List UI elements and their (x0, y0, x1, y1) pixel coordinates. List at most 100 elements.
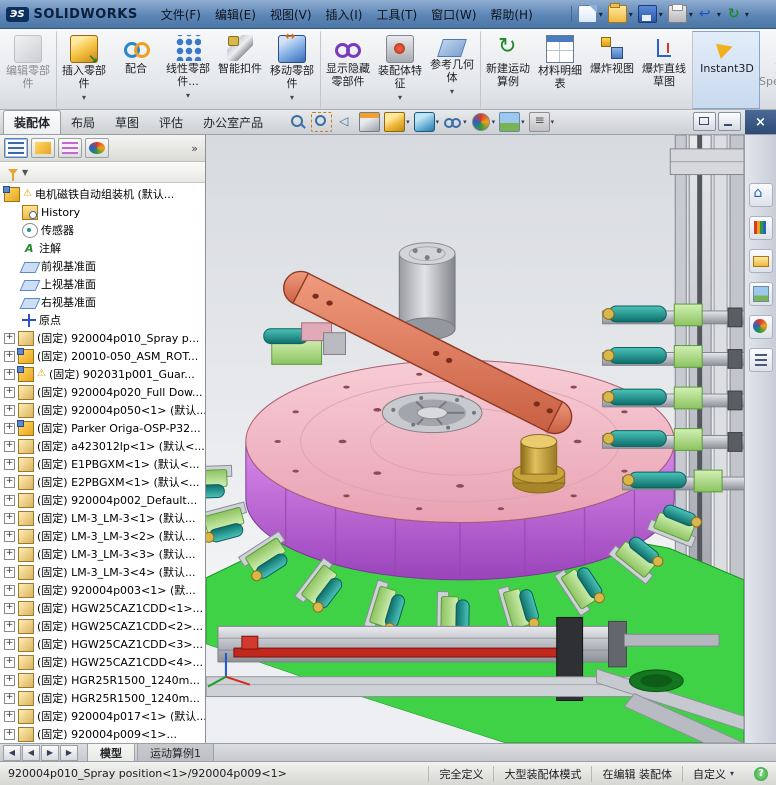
undo-icon[interactable]: ▾ (698, 6, 724, 22)
tree-item[interactable]: + ⚠ (固定) Parker Origa-OSP-P32... (0, 419, 205, 437)
tree-item[interactable]: + ⚠ (固定) 902031p001_Guar... (0, 365, 205, 383)
hide-show-items-icon[interactable]: ▾ (442, 113, 468, 131)
tree-item[interactable]: + ⚠ 传感器 (0, 221, 205, 239)
expand-icon[interactable]: + (4, 602, 15, 614)
restore-window-icon[interactable] (693, 112, 716, 131)
custom-dropdown[interactable]: 自定义 ▾ (681, 765, 744, 782)
command-tab[interactable]: 办公室产品 (193, 111, 273, 134)
tree-item[interactable]: + ⚠ 前视基准面 (0, 257, 205, 275)
expand-icon[interactable]: + (4, 728, 15, 740)
dropdown-caret-icon[interactable]: ▾ (599, 10, 603, 19)
apply-scene-icon[interactable]: ▾ (498, 112, 526, 132)
expand-icon[interactable]: + (4, 422, 15, 434)
command-tab[interactable]: 评估 (149, 111, 193, 134)
tree-item[interactable]: + ⚠ 电机磁铁自动组装机 (默认... (0, 185, 205, 203)
minimize-window-icon[interactable] (718, 112, 741, 131)
tree-item[interactable]: + ⚠ (固定) 920004p050<1> (默认... (0, 401, 205, 419)
ribbon-button[interactable]: 爆炸直线草图 ▾ (638, 31, 690, 109)
tree-item[interactable]: + ⚠ (固定) 920004p020_Full Dow... (0, 383, 205, 401)
expand-icon[interactable]: + (4, 620, 15, 632)
expand-icon[interactable]: + (4, 350, 15, 362)
ribbon-button[interactable]: 线性零部件... ▾ (162, 31, 214, 109)
filter-caret-icon[interactable]: ▼ (22, 168, 28, 177)
last-tab-icon[interactable]: ▶ (60, 745, 78, 761)
ribbon-button[interactable]: 新建运动算例 ▾ (480, 31, 534, 109)
tree-filter-bar[interactable]: ▼ (0, 162, 205, 183)
tree-item[interactable]: + ⚠ (固定) a423012lp<1> (默认<... (0, 437, 205, 455)
ribbon-button[interactable]: 材料明细表 ▾ (534, 31, 586, 109)
expand-icon[interactable]: + (4, 440, 15, 452)
tree-item[interactable]: + ⚠ (固定) HGW25CAZ1CDD<4>... (0, 653, 205, 671)
red-shaft[interactable] (233, 647, 569, 658)
display-manager-tab-icon[interactable] (85, 138, 109, 158)
tree-item[interactable]: + ⚠ (固定) 20010-050_ASM_ROT... (0, 347, 205, 365)
display-style-icon[interactable]: ▾ (413, 112, 441, 132)
menu-item[interactable]: 视图(V) (263, 3, 319, 26)
graphics-viewport[interactable] (206, 135, 744, 743)
first-tab-icon[interactable]: ◀ (3, 745, 21, 761)
design-library-icon[interactable] (748, 216, 773, 240)
configuration-manager-tab-icon[interactable] (58, 138, 82, 158)
previous-tab-icon[interactable]: ◀ (22, 745, 40, 761)
menu-item[interactable]: 插入(I) (319, 3, 370, 26)
tree-item[interactable]: + ⚠ (固定) LM-3_LM-3<4> (默认... (0, 563, 205, 581)
ribbon-button[interactable]: 显示隐藏零部件 ▾ (320, 31, 374, 109)
panel-overflow-button[interactable]: » (188, 142, 201, 155)
expand-icon[interactable]: + (4, 332, 15, 344)
view-settings-icon[interactable]: ▾ (528, 112, 556, 132)
menu-item[interactable]: 编辑(E) (208, 3, 263, 26)
menu-item[interactable]: 文件(F) (154, 3, 208, 26)
ribbon-button[interactable]: Instant3D ▾ (692, 31, 760, 109)
zoom-area-icon[interactable]: ▾ (310, 112, 333, 132)
ribbon-button[interactable]: 配合 ▾ (110, 31, 162, 109)
expand-icon[interactable]: + (4, 548, 15, 560)
view-orientation-icon[interactable]: ▾ (383, 112, 411, 132)
expand-icon[interactable]: + (4, 476, 15, 488)
expand-icon[interactable]: + (4, 566, 15, 578)
ribbon-button[interactable]: 参考几何体 ▾ (426, 31, 478, 109)
ribbon-button[interactable]: 更新Speedpak ▾ (759, 31, 776, 109)
expand-icon[interactable]: + (4, 512, 15, 524)
expand-icon[interactable]: + (4, 692, 15, 704)
tree-item[interactable]: + ⚠ (固定) LM-3_LM-3<1> (默认... (0, 509, 205, 527)
dropdown-caret-icon[interactable]: ▾ (745, 10, 749, 19)
dropdown-caret-icon[interactable]: ▾ (689, 10, 693, 19)
dropdown-caret-icon[interactable]: ▾ (659, 10, 663, 19)
tree-item[interactable]: + ⚠ 注解 (0, 239, 205, 257)
feature-manager-tab-icon[interactable] (4, 138, 28, 158)
expand-icon[interactable]: + (4, 584, 15, 596)
expand-icon[interactable]: + (4, 368, 15, 380)
menu-item[interactable]: 帮助(H) (483, 3, 539, 26)
tree-item[interactable]: + ⚠ History (0, 203, 205, 221)
expand-icon[interactable]: + (4, 404, 15, 416)
ribbon-button[interactable]: 智能扣件 ▾ (214, 31, 266, 109)
ribbon-button[interactable]: 装配体特征 ▾ (374, 31, 426, 109)
tree-item[interactable]: + ⚠ (固定) HGW25CAZ1CDD<3>... (0, 635, 205, 653)
edit-appearance-icon[interactable]: ▾ (470, 112, 497, 132)
tree-item[interactable]: + ⚠ (固定) 920004p009<1>... (0, 725, 205, 743)
expand-icon[interactable]: + (4, 638, 15, 650)
close-icon[interactable]: × (755, 116, 766, 129)
tree-item[interactable]: + ⚠ 右视基准面 (0, 293, 205, 311)
dropdown-caret-icon[interactable]: ▾ (629, 10, 633, 19)
tree-item[interactable]: + ⚠ (固定) HGR25R1500_1240m... (0, 671, 205, 689)
tree-item[interactable]: + ⚠ (固定) E1PBGXM<1> (默认<... (0, 455, 205, 473)
rebuild-icon[interactable]: ▾ (726, 6, 752, 22)
expand-icon[interactable]: + (4, 530, 15, 542)
command-tab[interactable]: 装配体 (3, 110, 62, 134)
section-view-icon[interactable]: ▾ (358, 112, 381, 132)
tree-item[interactable]: + ⚠ (固定) HGR25R1500_1240m... (0, 689, 205, 707)
menu-item[interactable]: 工具(T) (369, 3, 424, 26)
view-palette-icon[interactable] (748, 282, 773, 306)
ribbon-button[interactable]: 编辑零部件 ▾ (2, 31, 54, 109)
tree-item[interactable]: + ⚠ (固定) LM-3_LM-3<2> (默认... (0, 527, 205, 545)
tree-item[interactable]: + ⚠ 上视基准面 (0, 275, 205, 293)
tree-item[interactable]: + ⚠ (固定) 920004p003<1> (默... (0, 581, 205, 599)
file-explorer-icon[interactable] (748, 249, 773, 273)
solidworks-resources-icon[interactable] (748, 183, 773, 207)
tree-item[interactable]: + ⚠ (固定) 920004p017<1> (默认... (0, 707, 205, 725)
expand-icon[interactable]: + (4, 710, 15, 722)
save-icon[interactable]: ▾ (637, 5, 666, 23)
property-manager-tab-icon[interactable] (31, 138, 55, 158)
new-document-icon[interactable]: ▾ (577, 5, 606, 23)
